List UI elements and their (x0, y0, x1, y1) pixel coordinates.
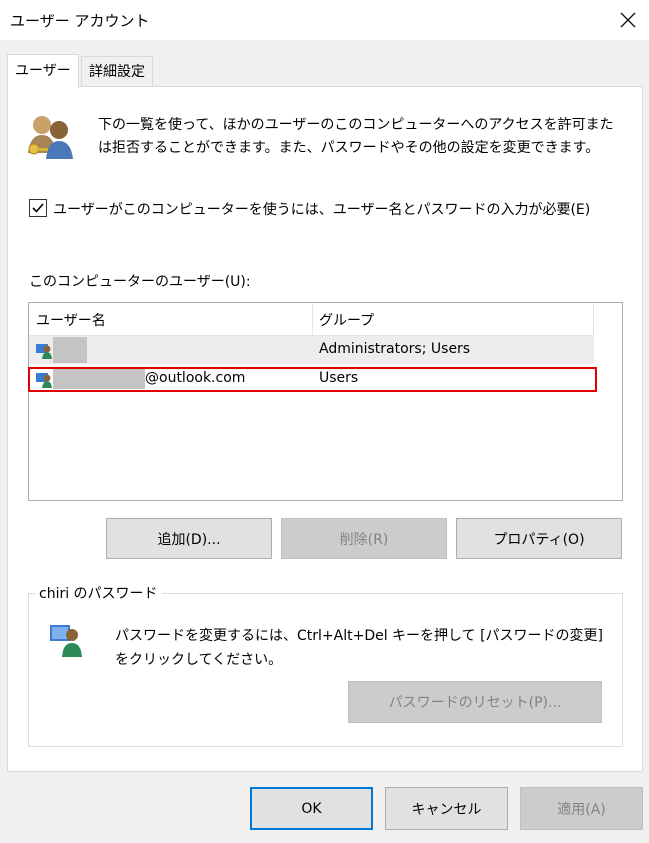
require-password-checkbox[interactable] (29, 199, 47, 217)
reset-password-button[interactable]: パスワードのリセット(P)... (348, 681, 602, 723)
description-text: 下の一覧を使って、ほかのユーザーのこのコンピューターへのアクセスを許可または拒否… (98, 117, 614, 156)
password-group-title: chiri のパスワード (35, 583, 162, 603)
checkmark-icon (32, 203, 44, 213)
user-icon (36, 344, 52, 359)
tab-users[interactable]: ユーザー (7, 54, 79, 88)
cell-group: Administrators; Users (319, 341, 471, 357)
user-password-icon (50, 625, 82, 657)
column-header-group[interactable]: グループ (319, 310, 374, 330)
column-divider[interactable] (593, 303, 594, 336)
password-description: パスワードを変更するには、Ctrl+Alt+Del キーを押して [パスワードの… (115, 628, 604, 668)
close-icon (620, 12, 636, 28)
properties-button[interactable]: プロパティ(O) (456, 518, 622, 559)
highlight-box (28, 367, 597, 392)
table-row[interactable]: Administrators; Users (29, 336, 594, 364)
add-button[interactable]: 追加(D)... (106, 518, 272, 559)
require-password-label[interactable]: ユーザーがこのコンピューターを使うには、ユーザー名とパスワードの入力が必要(E) (53, 199, 590, 219)
tab-advanced[interactable]: 詳細設定 (81, 56, 153, 87)
redacted-username (53, 337, 87, 363)
users-list-label: このコンピューターのユーザー(U): (29, 274, 251, 290)
users-listview[interactable]: ユーザー名 グループ Administrators; Users @outloo… (28, 302, 623, 501)
list-header: ユーザー名 グループ (29, 303, 594, 336)
window-title: ユーザー アカウント (10, 12, 150, 30)
column-header-username[interactable]: ユーザー名 (36, 310, 106, 330)
cancel-button[interactable]: キャンセル (385, 787, 508, 830)
ok-button[interactable]: OK (250, 787, 373, 830)
close-button[interactable] (612, 4, 644, 36)
remove-button[interactable]: 削除(R) (281, 518, 447, 559)
users-icon (28, 116, 73, 159)
column-divider[interactable] (312, 303, 313, 336)
apply-button[interactable]: 適用(A) (520, 787, 643, 830)
